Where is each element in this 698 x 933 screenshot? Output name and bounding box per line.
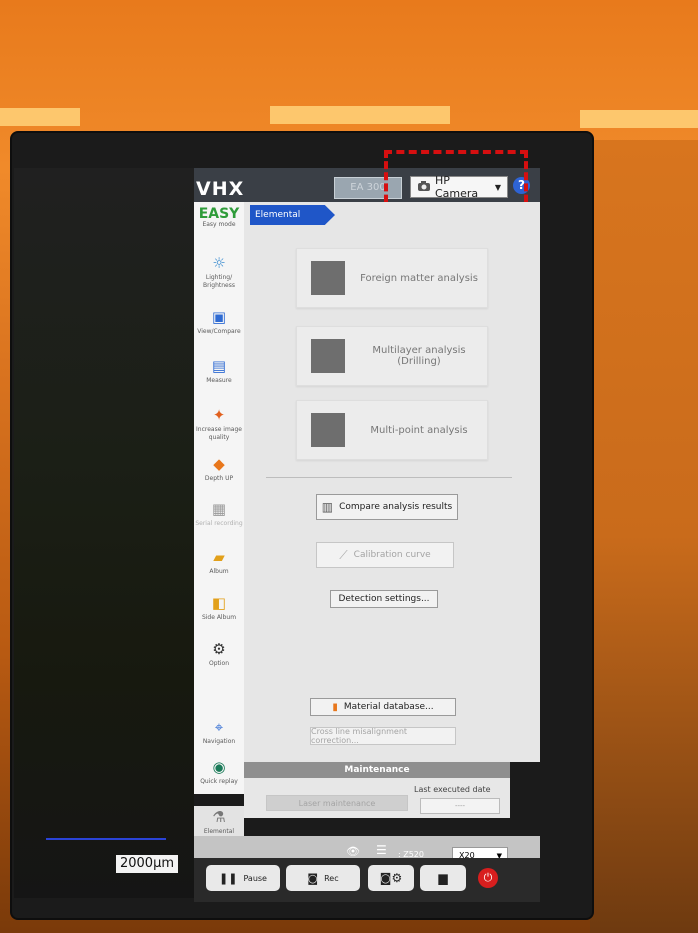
capture-settings-button[interactable]: ◙⚙ (368, 865, 414, 891)
side-album-icon: ◧ (211, 594, 227, 612)
tile-label: Multi-point analysis (370, 424, 468, 436)
calibration-curve-button[interactable]: ⟋ Calibration curve (316, 542, 454, 568)
pause-icon: ❚❚ (219, 871, 238, 885)
depth-diamond-icon: ◆ (213, 455, 225, 473)
folder-icon: ▰ (213, 548, 225, 566)
gear-icon: ⚙ (212, 640, 226, 658)
sidebar-item-option[interactable]: ⚙ Option (194, 640, 244, 668)
sidebar-item-easy[interactable]: EASY Easy mode (194, 207, 244, 229)
sidebar-item-label: Serial recording (195, 520, 243, 527)
sidebar-item-label: Easy mode (202, 221, 236, 228)
grid-icon: ▦ (211, 500, 227, 518)
printer-icon: ▆ (438, 871, 448, 885)
multilayer-thumbnail-icon (311, 339, 345, 373)
stage-icon: ☰ (376, 843, 387, 857)
maintenance-header: Maintenance (244, 762, 510, 778)
button-label: Calibration curve (353, 550, 431, 560)
magic-wand-icon: ✦ (212, 406, 226, 424)
rec-button[interactable]: ◙ Rec (286, 865, 360, 891)
elemental-analysis-icon: ⚗ (212, 808, 226, 826)
camera-icon: ◙ (307, 871, 319, 885)
sidebar-item-label: Quick replay (200, 778, 238, 785)
calibration-curve-icon: ⟋ (339, 547, 348, 562)
button-label: Rec (324, 873, 339, 883)
replay-icon: ◉ (212, 758, 226, 776)
navigation-icon: ⌖ (214, 718, 224, 736)
print-button[interactable]: ▆ (420, 865, 466, 891)
sidebar-item-side-album[interactable]: ◧ Side Album (194, 594, 244, 622)
sidebar-item-measure[interactable]: ▤ Measure (194, 357, 244, 385)
sidebar-item-depth-up[interactable]: ◆ Depth UP (194, 455, 244, 483)
light-bulb-icon: ☼ (212, 254, 226, 272)
camera-live-view (14, 168, 194, 898)
foreign-matter-thumbnail-icon (311, 261, 345, 295)
breadcrumb[interactable]: Elemental analysis (250, 205, 335, 225)
sidebar-item-album[interactable]: ▰ Album (194, 548, 244, 576)
ceiling-light (580, 110, 698, 128)
sidebar-item-label: Depth UP (204, 475, 234, 482)
sidebar-item-label: Lighting/ Brightness (203, 274, 235, 289)
sidebar (194, 202, 245, 794)
pause-button[interactable]: ❚❚ Pause (206, 865, 280, 891)
eye-icon: 👁 (346, 845, 360, 858)
sidebar-item-label: Measure (206, 377, 232, 384)
last-executed-value: ---- (420, 798, 500, 814)
sidebar-item-lighting[interactable]: ☼ Lighting/ Brightness (194, 254, 244, 290)
button-label: Pause (243, 873, 267, 883)
multi-point-analysis-tile[interactable]: Multi-point analysis (296, 400, 488, 460)
power-button[interactable]: ⏻ (478, 868, 498, 888)
view-compare-icon: ▣ (211, 308, 227, 326)
vhx-logo: VHX (196, 178, 245, 200)
scale-bar (46, 838, 166, 840)
last-executed-label: Last executed date (414, 785, 491, 794)
sidebar-item-label: Navigation (202, 738, 236, 745)
sidebar-item-label: Option (208, 660, 230, 667)
easy-icon: EASY (198, 206, 240, 222)
laser-maintenance-button[interactable]: Laser maintenance (266, 795, 408, 811)
background-room (590, 140, 698, 933)
sidebar-item-label: Side Album (201, 614, 237, 621)
sidebar-item-image-quality[interactable]: ✦ Increase image quality (194, 406, 244, 442)
sidebar-item-label: Album (209, 568, 229, 575)
multilayer-analysis-tile[interactable]: Multilayer analysis (Drilling) (296, 326, 488, 386)
ceiling-light (270, 106, 450, 124)
tile-label: Foreign matter analysis (360, 272, 478, 284)
multi-point-thumbnail-icon (311, 413, 345, 447)
scale-bar-label: 2000µm (116, 855, 178, 873)
detection-settings-button[interactable]: Detection settings... (330, 590, 438, 608)
ruler-icon: ▤ (211, 357, 227, 375)
power-icon: ⏻ (483, 871, 493, 884)
sidebar-item-view-compare[interactable]: ▣ View/Compare (194, 308, 244, 336)
ceiling-light (0, 108, 80, 126)
section-divider (266, 477, 512, 478)
foreign-matter-analysis-tile[interactable]: Foreign matter analysis (296, 248, 488, 308)
compare-analysis-results-button[interactable]: ▥ Compare analysis results (316, 494, 458, 520)
camera-settings-icon: ◙⚙ (379, 871, 403, 885)
material-database-button[interactable]: ▮ Material database... (310, 698, 456, 716)
button-label: Material database... (343, 702, 434, 712)
sidebar-item-quick-replay[interactable]: ◉ Quick replay (194, 758, 244, 786)
tile-label: Multilayer analysis (Drilling) (372, 345, 466, 367)
sidebar-item-serial-recording[interactable]: ▦ Serial recording (194, 500, 244, 528)
sidebar-item-navigation[interactable]: ⌖ Navigation (194, 718, 244, 746)
sidebar-item-label: Increase image quality (196, 426, 242, 441)
compare-results-icon: ▥ (321, 500, 334, 514)
database-icon: ▮ (332, 701, 338, 713)
sidebar-item-label: View/Compare (197, 328, 241, 335)
button-label: Compare analysis results (339, 502, 453, 512)
cross-line-correction-button[interactable]: Cross line misalignment correction... (310, 727, 456, 745)
